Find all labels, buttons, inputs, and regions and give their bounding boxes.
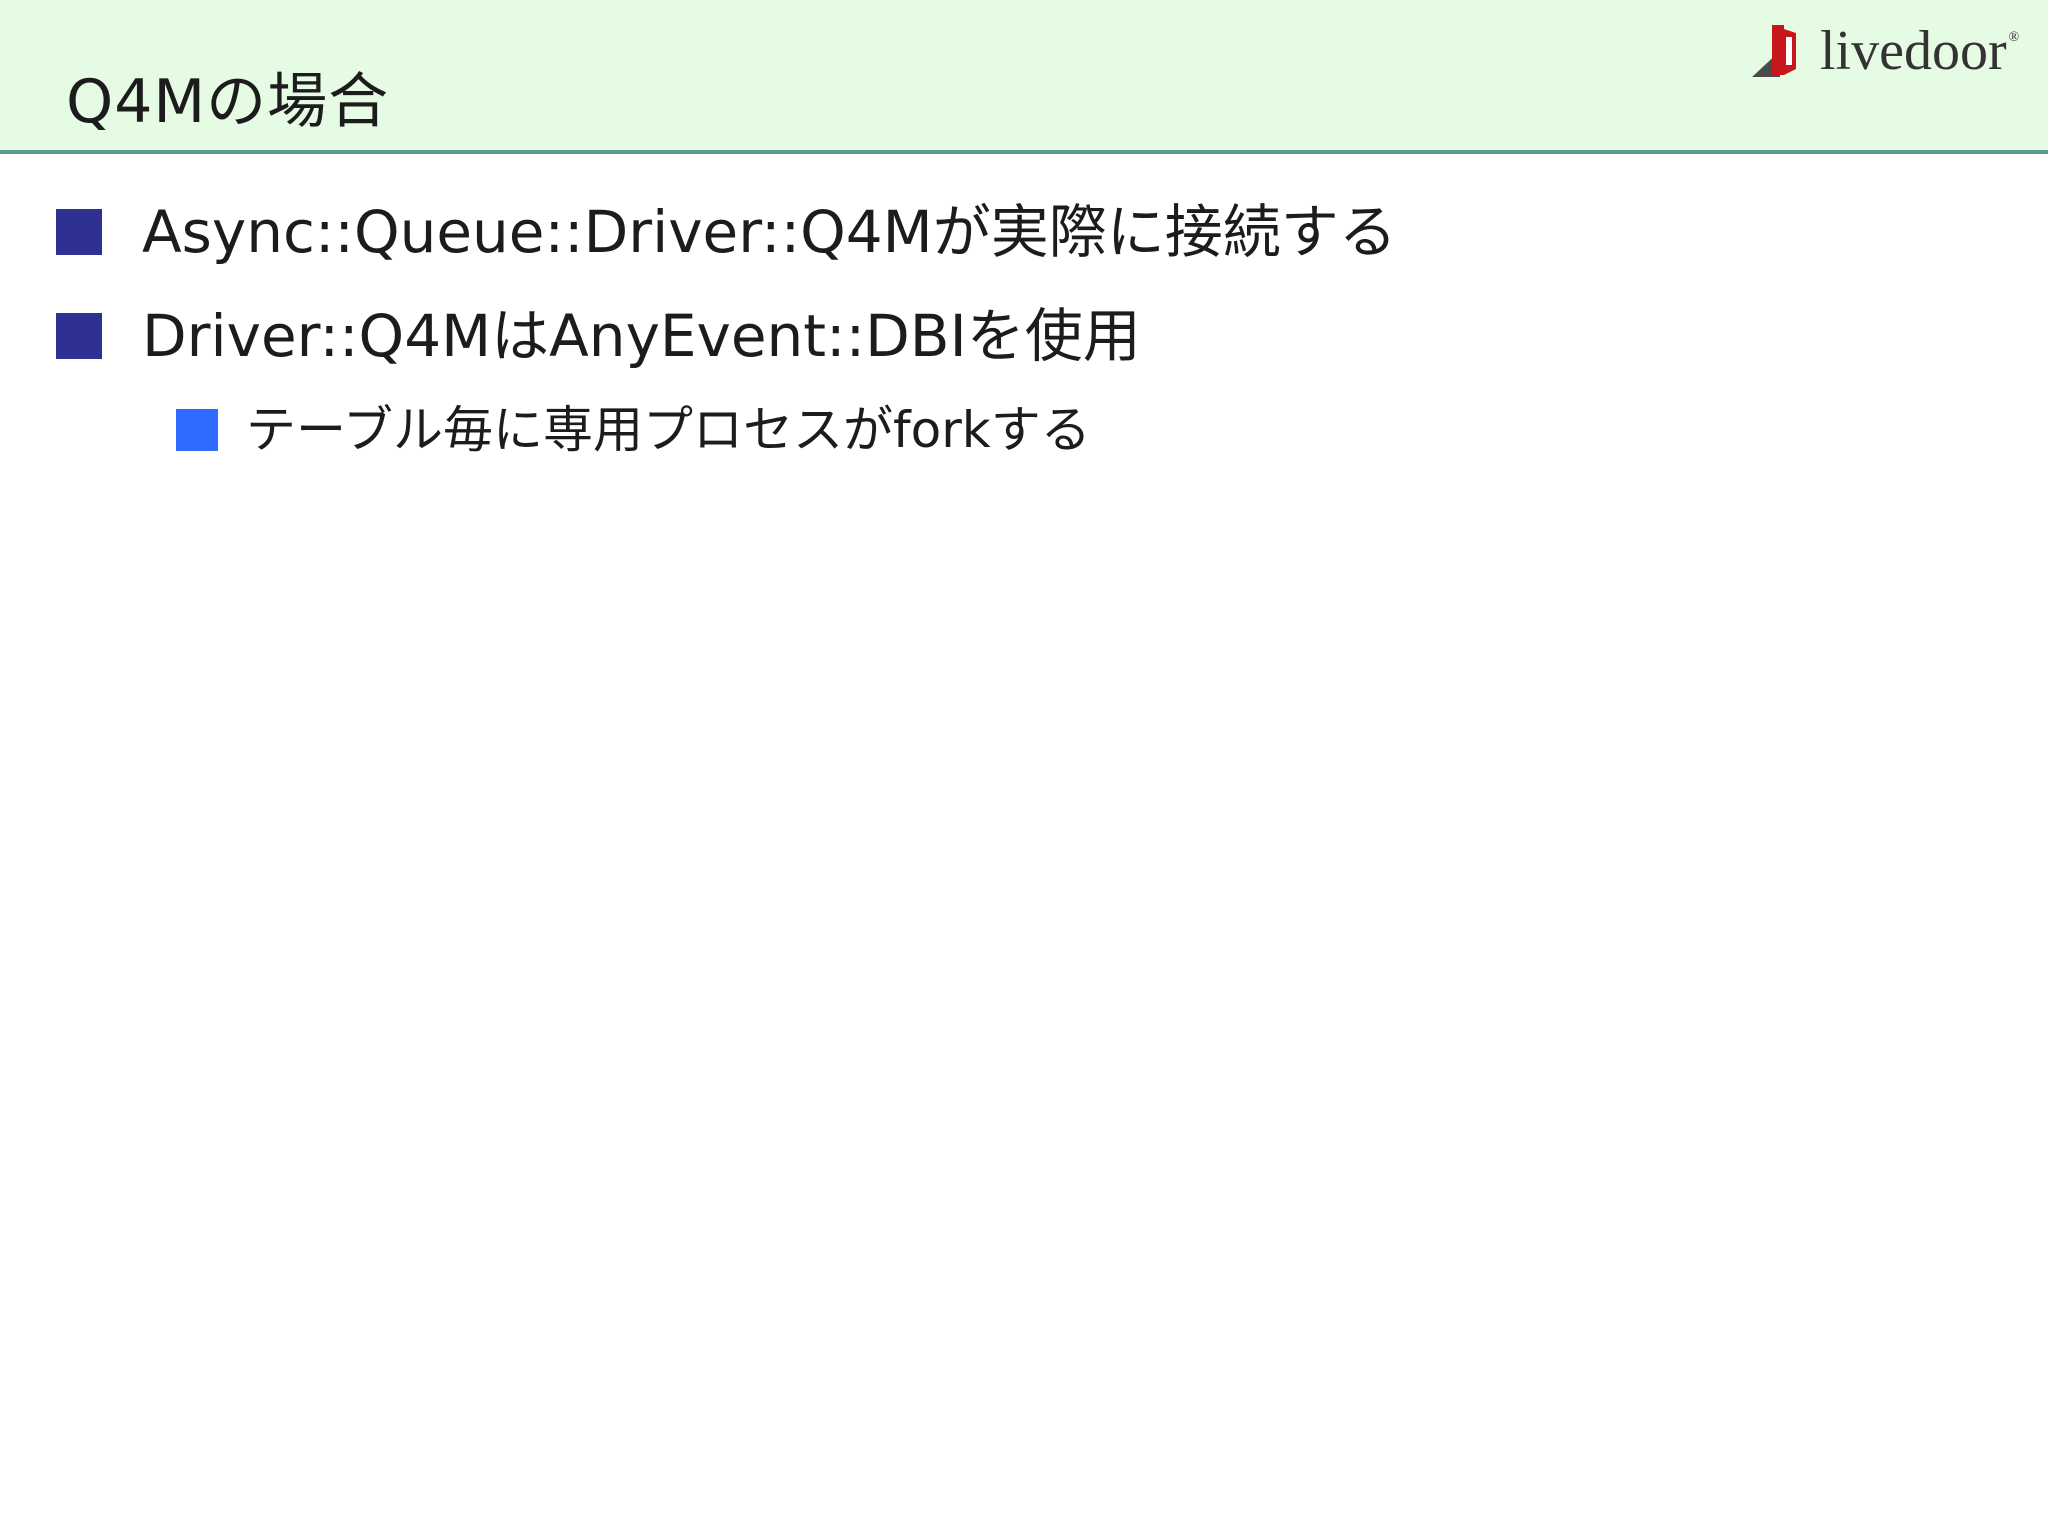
bullet-item: Async::Queue::Driver::Q4Mが実際に接続する	[56, 192, 1397, 272]
square-sub-bullet-icon	[176, 409, 218, 451]
bullet-text: Driver::Q4MはAnyEvent::DBIを使用	[142, 302, 1141, 370]
square-bullet-icon	[56, 313, 102, 359]
header-divider	[0, 150, 2048, 154]
bullet-text: Async::Queue::Driver::Q4Mが実際に接続する	[142, 198, 1397, 266]
bullet-item: Driver::Q4MはAnyEvent::DBIを使用	[56, 296, 1141, 376]
sub-bullet-item: テーブル毎に専用プロセスがforkする	[176, 395, 1091, 465]
logo-wordmark: livedoor	[1820, 20, 2007, 82]
slide-title: Q4Mの場合	[66, 67, 390, 137]
sub-bullet-text: テーブル毎に専用プロセスがforkする	[246, 401, 1091, 459]
square-bullet-icon	[56, 209, 102, 255]
logo-registered-mark: ®	[2008, 30, 2020, 45]
livedoor-logo-icon	[1752, 25, 1796, 77]
livedoor-logo: livedoor ®	[1750, 16, 2019, 86]
slide: Q4Mの場合 livedoor ® Async::Queue::Driver::…	[0, 0, 2048, 1533]
